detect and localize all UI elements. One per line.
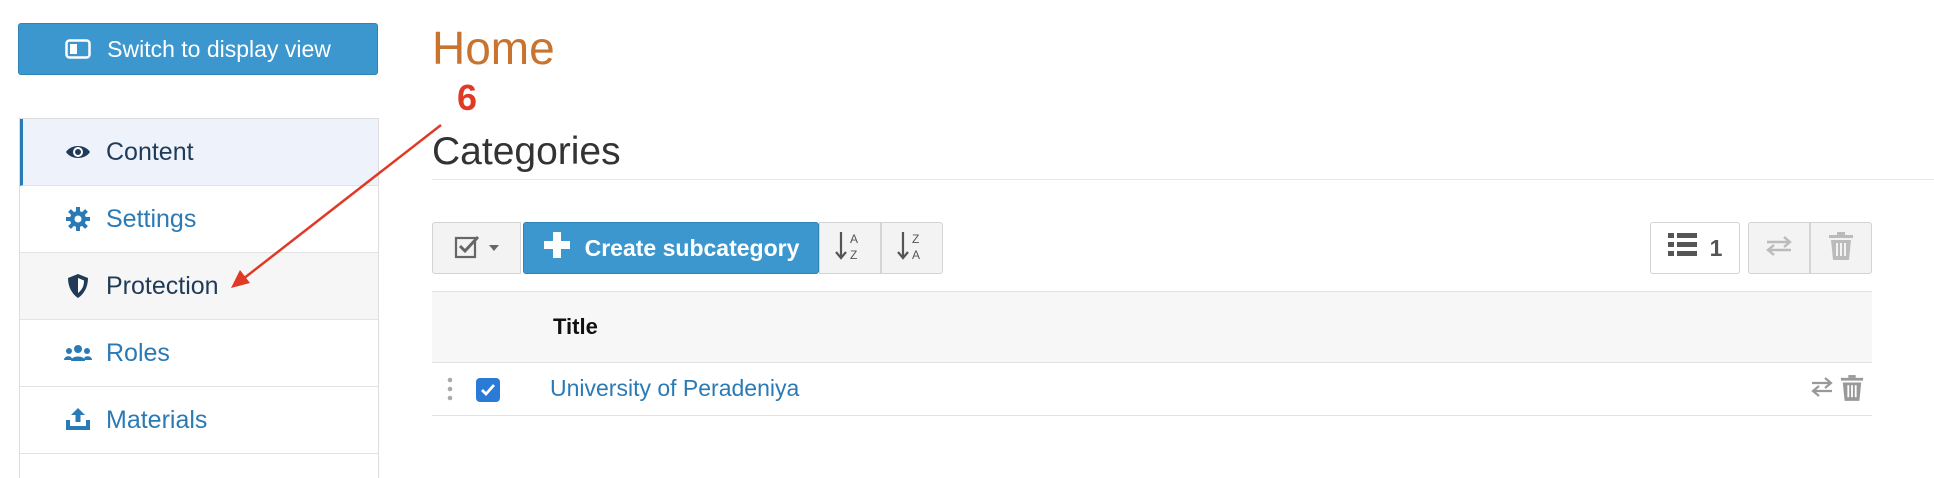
sidebar-item-protection[interactable]: Protection (20, 253, 378, 320)
list-icon (1667, 232, 1698, 264)
annotation-number: 6 (457, 77, 478, 118)
gear-icon (64, 205, 92, 233)
trash-icon (1828, 231, 1854, 265)
switch-to-display-view-button[interactable]: Switch to display view (18, 23, 378, 75)
switch-button-label: Switch to display view (107, 35, 331, 62)
plus-icon (543, 231, 571, 265)
roles-icon (64, 339, 92, 367)
sidebar-item-content[interactable]: Content (20, 119, 378, 186)
table-row: University of Peradeniya (432, 363, 1872, 416)
sidebar-item-roles[interactable]: Roles (20, 320, 378, 387)
eye-icon (64, 138, 92, 166)
column-header-title: Title (553, 314, 598, 339)
sort-za-icon: ZA (897, 230, 927, 267)
sidebar: Content Settings Protection Roles Materi… (19, 118, 379, 478)
sidebar-item-label: Content (106, 137, 194, 166)
row-title-link[interactable]: University of Peradeniya (550, 375, 799, 402)
sort-az-icon: AZ (835, 230, 865, 267)
select-dropdown-button[interactable] (432, 222, 521, 274)
display-view-icon (65, 39, 91, 59)
upload-icon (64, 406, 92, 434)
caret-down-icon (488, 239, 500, 257)
list-view-count-button[interactable]: 1 (1650, 222, 1740, 274)
svg-text:Z: Z (850, 248, 857, 262)
view-count: 1 (1709, 234, 1723, 261)
create-subcategory-button[interactable]: Create subcategory (523, 222, 819, 274)
section-divider (432, 179, 1934, 180)
svg-text:A: A (850, 232, 858, 246)
delete-button[interactable] (1810, 222, 1872, 274)
categories-table: Title University of Peradeniya (432, 291, 1872, 416)
checkbox-select-icon (454, 233, 480, 264)
move-icon (1765, 235, 1793, 262)
svg-text:A: A (912, 248, 920, 262)
sidebar-item-label: Materials (106, 405, 208, 434)
sidebar-item-label: Settings (106, 204, 197, 233)
shield-icon (64, 272, 92, 300)
sidebar-item-label: Roles (106, 338, 170, 367)
section-title: Categories (432, 130, 621, 173)
svg-text:Z: Z (912, 232, 919, 246)
sort-az-button[interactable]: AZ (819, 222, 881, 274)
table-header: Title (432, 291, 1872, 363)
drag-handle-icon[interactable] (446, 377, 454, 401)
sidebar-item-settings[interactable]: Settings (20, 186, 378, 253)
row-checkbox[interactable] (476, 378, 500, 402)
sidebar-item-label: Protection (106, 271, 219, 300)
sort-za-button[interactable]: ZA (881, 222, 943, 274)
move-button[interactable] (1748, 222, 1810, 274)
page-title: Home (432, 22, 555, 74)
row-trash-icon[interactable] (1840, 374, 1866, 402)
sidebar-item-materials[interactable]: Materials (20, 387, 378, 454)
create-subcategory-label: Create subcategory (584, 234, 800, 261)
row-move-icon[interactable] (1810, 376, 1834, 400)
